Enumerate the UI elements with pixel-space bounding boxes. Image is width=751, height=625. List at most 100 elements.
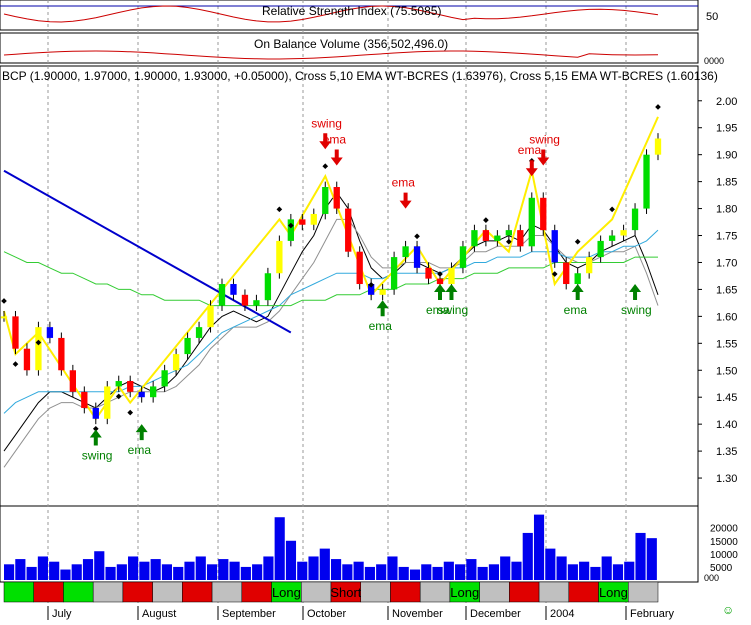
volume-bar (477, 566, 488, 580)
volume-bar (511, 561, 522, 580)
annotation-label: ema (323, 132, 347, 146)
y-tick-label: 1.30 (716, 473, 737, 485)
volume-bar (342, 564, 353, 580)
y-tick-label: 1.85 (716, 177, 737, 189)
x-tick-label: November (392, 608, 443, 620)
price-bar-body (310, 213, 317, 225)
annotation-label: swing (311, 116, 342, 130)
price-bar-body (184, 337, 191, 355)
signal-segment (419, 581, 451, 603)
annotation-label: ema (369, 319, 393, 333)
price-bar-body (12, 316, 19, 349)
price-bar-body (528, 197, 535, 247)
volume-tick-label: 20000 (710, 524, 738, 535)
volume-bar (522, 532, 533, 580)
signal-segment (241, 581, 272, 603)
annotation-label: ema (564, 303, 588, 317)
price-bar-body (161, 370, 168, 387)
volume-bar (49, 561, 60, 580)
volume-bar (71, 564, 82, 580)
price-bar-body (172, 354, 180, 371)
volume-bar (150, 559, 161, 580)
volume-bar (229, 561, 240, 580)
volume-tick-label: 15000 (710, 537, 738, 548)
volume-bar (4, 564, 15, 580)
price-bar-body (631, 208, 639, 231)
annotation-label: swing (82, 449, 113, 463)
volume-bar (331, 559, 342, 580)
volume-tick-label: 10000 (710, 550, 738, 561)
annotation-label: ema (128, 443, 152, 457)
y-tick-label: 1.80 (716, 204, 737, 216)
price-bar-body (23, 348, 31, 371)
signal-strip: Long Short Long Long (3, 581, 659, 603)
signal-segment (509, 581, 540, 603)
signal-segment (479, 581, 510, 603)
price-bar-body (230, 284, 237, 295)
signal-segment (360, 581, 391, 603)
y-tick-label: 1.60 (716, 311, 737, 323)
price-bar-body (517, 230, 524, 247)
volume-bar (82, 559, 94, 580)
volume-bar (488, 564, 500, 580)
y-tick-label: 1.35 (716, 446, 737, 458)
price-bar-body (150, 386, 157, 398)
volume-bar (206, 564, 218, 580)
x-tick-label: October (307, 608, 346, 620)
y-tick-label: 1.65 (716, 284, 737, 296)
y-tick-label: 1.40 (716, 419, 737, 431)
volume-bar (409, 569, 421, 580)
volume-bar (285, 540, 297, 580)
y-tick-label: 1.95 (716, 123, 737, 135)
signal-segment (92, 581, 124, 603)
price-bar-body (253, 300, 260, 306)
volume-bar (612, 564, 624, 580)
price-bar-body (574, 273, 581, 285)
annotation-label: swing (621, 303, 652, 317)
volume-bar (195, 556, 206, 580)
volume-bar (376, 564, 387, 580)
x-tick-label: 2004 (550, 608, 574, 620)
price-panel-header: BCP (1.90000, 1.97000, 1.90000, 1.93000,… (2, 69, 718, 83)
volume-bar (15, 559, 26, 580)
signal-label: Long (450, 585, 479, 600)
price-bar-body (333, 187, 340, 209)
volume-bar (274, 517, 285, 580)
signal-segment (301, 581, 332, 603)
annotation-label: swing (437, 303, 468, 317)
price-bar-body (264, 273, 272, 301)
y-tick-label: 1.50 (716, 365, 737, 377)
price-bar-body (195, 327, 203, 338)
volume-bar (624, 561, 635, 580)
volume-bar (545, 548, 556, 580)
volume-bar (252, 564, 263, 580)
rsi-tick-50: 50 (706, 11, 718, 23)
price-bar-body (471, 230, 478, 247)
price-bar-body (0, 316, 8, 319)
price-bar-body (46, 327, 54, 338)
technical-chart: swing ema swing ema ema ema ema swing swing ema em… (0, 0, 751, 620)
volume-bar (94, 551, 105, 580)
rsi-title: Relative Strength Index (75.5085) (262, 4, 441, 18)
volume-bar (387, 556, 398, 580)
price-bar-body (127, 381, 134, 392)
price-bar-body (608, 235, 616, 241)
signal-label: Short (330, 585, 361, 600)
signal-label: Long (272, 585, 301, 600)
signal-segment (628, 581, 659, 603)
price-bar-body (425, 267, 432, 279)
y-tick-label: 2.00 (716, 96, 737, 108)
volume-bar (173, 566, 184, 580)
x-tick-label: August (142, 608, 176, 620)
price-bar-body (207, 305, 214, 328)
volume-bar (533, 514, 545, 580)
price-bar-body (138, 391, 145, 398)
price-bar-body (586, 257, 593, 274)
volume-bar (364, 566, 375, 580)
volume-bar (635, 532, 646, 580)
price-bar-body (597, 240, 604, 258)
volume-bar (105, 566, 116, 580)
y-tick-label: 1.45 (716, 392, 737, 404)
price-bar-body (494, 235, 501, 241)
price-bar-body (104, 386, 111, 419)
